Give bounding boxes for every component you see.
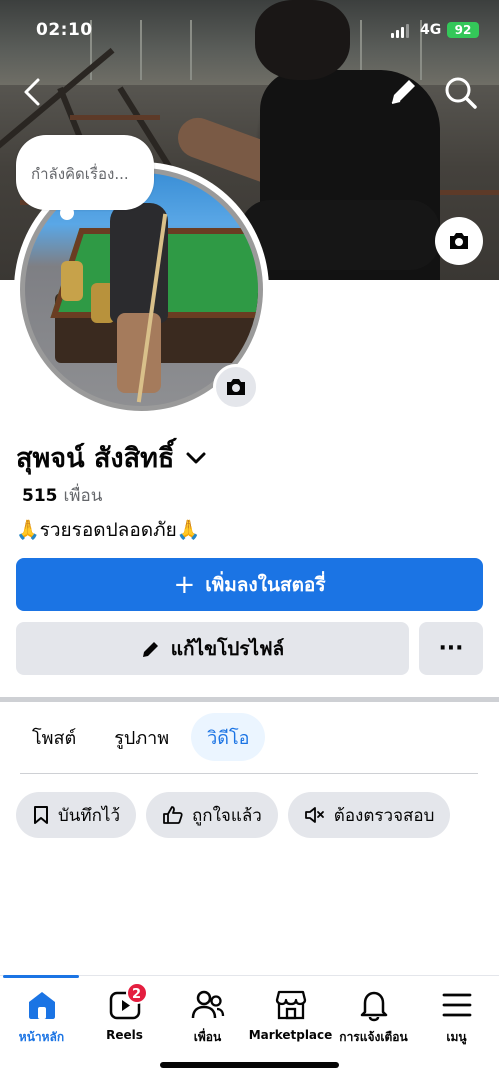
profile-tabs: โพสต์ รูปภาพ วิดีโอ xyxy=(16,713,271,761)
cover-person-leg xyxy=(240,200,440,270)
rail-tie xyxy=(70,115,160,120)
friends-icon xyxy=(191,990,224,1019)
chevron-down-icon[interactable] xyxy=(184,446,208,470)
thumbs-up-icon xyxy=(163,806,183,824)
tab-videos[interactable]: วิดีโอ xyxy=(191,713,266,761)
camera-icon xyxy=(227,379,245,395)
reels-icon-wrap: 2 xyxy=(108,982,148,1022)
section-divider xyxy=(0,697,499,702)
status-bar: 02:10 4G 92 xyxy=(0,0,499,50)
saved-chip[interactable]: บันทึกไว้ xyxy=(16,792,137,838)
plus-icon: + xyxy=(173,569,196,600)
cover-camera-button[interactable] xyxy=(435,217,483,265)
profile-camera-button[interactable] xyxy=(213,364,259,410)
tab-label: โพสต์ xyxy=(32,727,77,749)
more-options-button[interactable]: ··· xyxy=(419,622,483,675)
nav-friends[interactable]: เพื่อน xyxy=(166,988,249,1047)
network-type: 4G xyxy=(420,22,442,38)
pencil-icon xyxy=(142,641,158,657)
chevron-left-icon xyxy=(24,78,40,106)
nav-reels[interactable]: 2 Reels xyxy=(83,982,166,1042)
review-chip[interactable]: ต้องตรวจสอบ xyxy=(287,792,451,838)
nav-label: การแจ้งเตือน xyxy=(339,1030,408,1044)
active-tab-indicator xyxy=(3,975,79,978)
video-filter-chips: บันทึกไว้ ถูกใจแล้ว ต้องตรวจสอบ xyxy=(16,792,460,838)
profile-name-row[interactable]: สุพจน์ สังสิทธิ์ xyxy=(16,436,208,479)
thought-bubble-text: กำลังคิดเรื่อง... xyxy=(31,165,129,183)
thought-bubble-tail xyxy=(60,206,74,220)
bell-icon xyxy=(360,991,387,1022)
nav-home[interactable]: หน้าหลัก xyxy=(0,988,83,1047)
camera-icon xyxy=(450,233,468,249)
mute-icon xyxy=(304,807,324,823)
tab-photos[interactable]: รูปภาพ xyxy=(98,713,185,761)
search-icon xyxy=(445,77,477,109)
bookmark-icon xyxy=(34,806,48,824)
edit-profile-label: แก้ไขโปรไฟล์ xyxy=(170,637,285,660)
nav-label: เมนู xyxy=(446,1030,467,1044)
tabs-divider xyxy=(20,773,478,774)
nav-label: หน้าหลัก xyxy=(18,1030,65,1044)
tab-label: รูปภาพ xyxy=(114,727,170,749)
chip-label: ถูกใจแล้ว xyxy=(192,805,262,826)
friends-count: 515 xyxy=(22,486,58,506)
chip-label: บันทึกไว้ xyxy=(58,805,121,826)
nav-notifications[interactable]: การแจ้งเตือน xyxy=(332,988,415,1047)
add-to-story-label: เพิ่มลงในสตอรี่ xyxy=(205,573,326,596)
home-indicator xyxy=(160,1062,339,1068)
profile-bio: 🙏รวยรอดปลอดภัย🙏 xyxy=(16,519,201,541)
home-icon xyxy=(28,992,55,1019)
avatar-table-leg xyxy=(61,261,83,301)
nav-menu[interactable]: เมนู xyxy=(415,988,498,1047)
nav-label: เพื่อน xyxy=(193,1030,222,1044)
back-button[interactable] xyxy=(18,74,48,110)
chip-label: ต้องตรวจสอบ xyxy=(333,805,435,826)
thought-bubble[interactable]: กำลังคิดเรื่อง... xyxy=(16,135,154,210)
battery-icon: 92 xyxy=(447,22,479,38)
status-time: 02:10 xyxy=(36,20,93,40)
tab-posts[interactable]: โพสต์ xyxy=(16,713,92,761)
friends-label: เพื่อน xyxy=(63,486,103,506)
profile-name: สุพจน์ สังสิทธิ์ xyxy=(16,443,175,474)
friends-count-link[interactable]: 515 เพื่อน xyxy=(22,482,102,509)
pencil-icon xyxy=(391,80,415,104)
edit-profile-button[interactable]: แก้ไขโปรไฟล์ xyxy=(16,622,409,675)
nav-label: Marketplace xyxy=(248,1028,333,1042)
add-to-story-button[interactable]: + เพิ่มลงในสตอรี่ xyxy=(16,558,483,611)
signal-icon xyxy=(391,24,411,38)
menu-icon xyxy=(442,993,471,1017)
nav-label: Reels xyxy=(106,1028,143,1042)
liked-chip[interactable]: ถูกใจแล้ว xyxy=(146,792,278,838)
reels-badge: 2 xyxy=(125,982,148,1004)
edit-cover-button[interactable] xyxy=(386,75,420,109)
tab-label: วิดีโอ xyxy=(207,727,250,749)
search-button[interactable] xyxy=(443,75,479,111)
more-dots-icon: ··· xyxy=(438,636,464,661)
marketplace-icon xyxy=(275,990,306,1020)
nav-marketplace[interactable]: Marketplace xyxy=(249,988,332,1042)
